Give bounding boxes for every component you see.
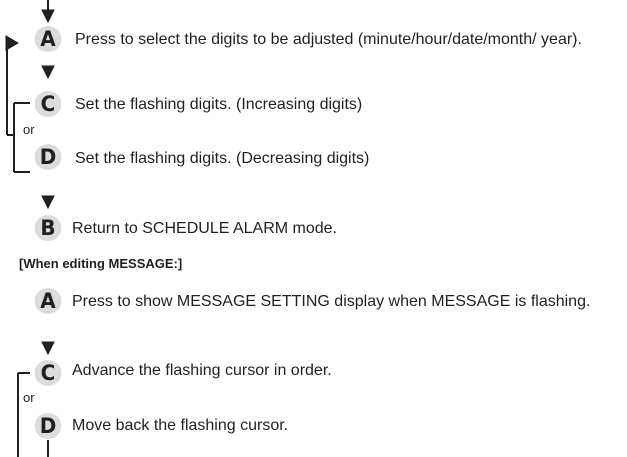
button-d-icon: D bbox=[34, 144, 62, 170]
step-b-description: Return to SCHEDULE ALARM mode. bbox=[72, 220, 337, 237]
button-b-icon: B bbox=[34, 215, 62, 241]
or-label: or bbox=[23, 390, 35, 405]
button-c-icon: C bbox=[34, 360, 62, 386]
message-step-a-description: Press to show MESSAGE SETTING display wh… bbox=[72, 293, 591, 310]
down-arrow-icon bbox=[41, 9, 55, 24]
instruction-page: A Press to select the digits to be adjus… bbox=[0, 0, 627, 457]
button-a-icon: A bbox=[34, 288, 62, 314]
button-d-icon: D bbox=[34, 413, 62, 439]
button-c-icon: C bbox=[34, 91, 62, 117]
step-d-description: Set the flashing digits. (Decreasing dig… bbox=[75, 150, 370, 167]
button-a-icon: A bbox=[34, 26, 62, 52]
or-label: or bbox=[23, 122, 35, 137]
down-arrow-icon bbox=[41, 65, 55, 80]
down-arrow-icon bbox=[41, 341, 55, 356]
message-step-d-description: Move back the flashing cursor. bbox=[72, 417, 289, 434]
message-section-heading: [When editing MESSAGE:] bbox=[19, 256, 183, 271]
step-a-description: Press to select the digits to be adjuste… bbox=[75, 31, 582, 48]
down-arrow-icon bbox=[41, 195, 55, 210]
step-c-description: Set the flashing digits. (Increasing dig… bbox=[75, 96, 363, 113]
message-step-c-description: Advance the flashing cursor in order. bbox=[72, 362, 332, 379]
